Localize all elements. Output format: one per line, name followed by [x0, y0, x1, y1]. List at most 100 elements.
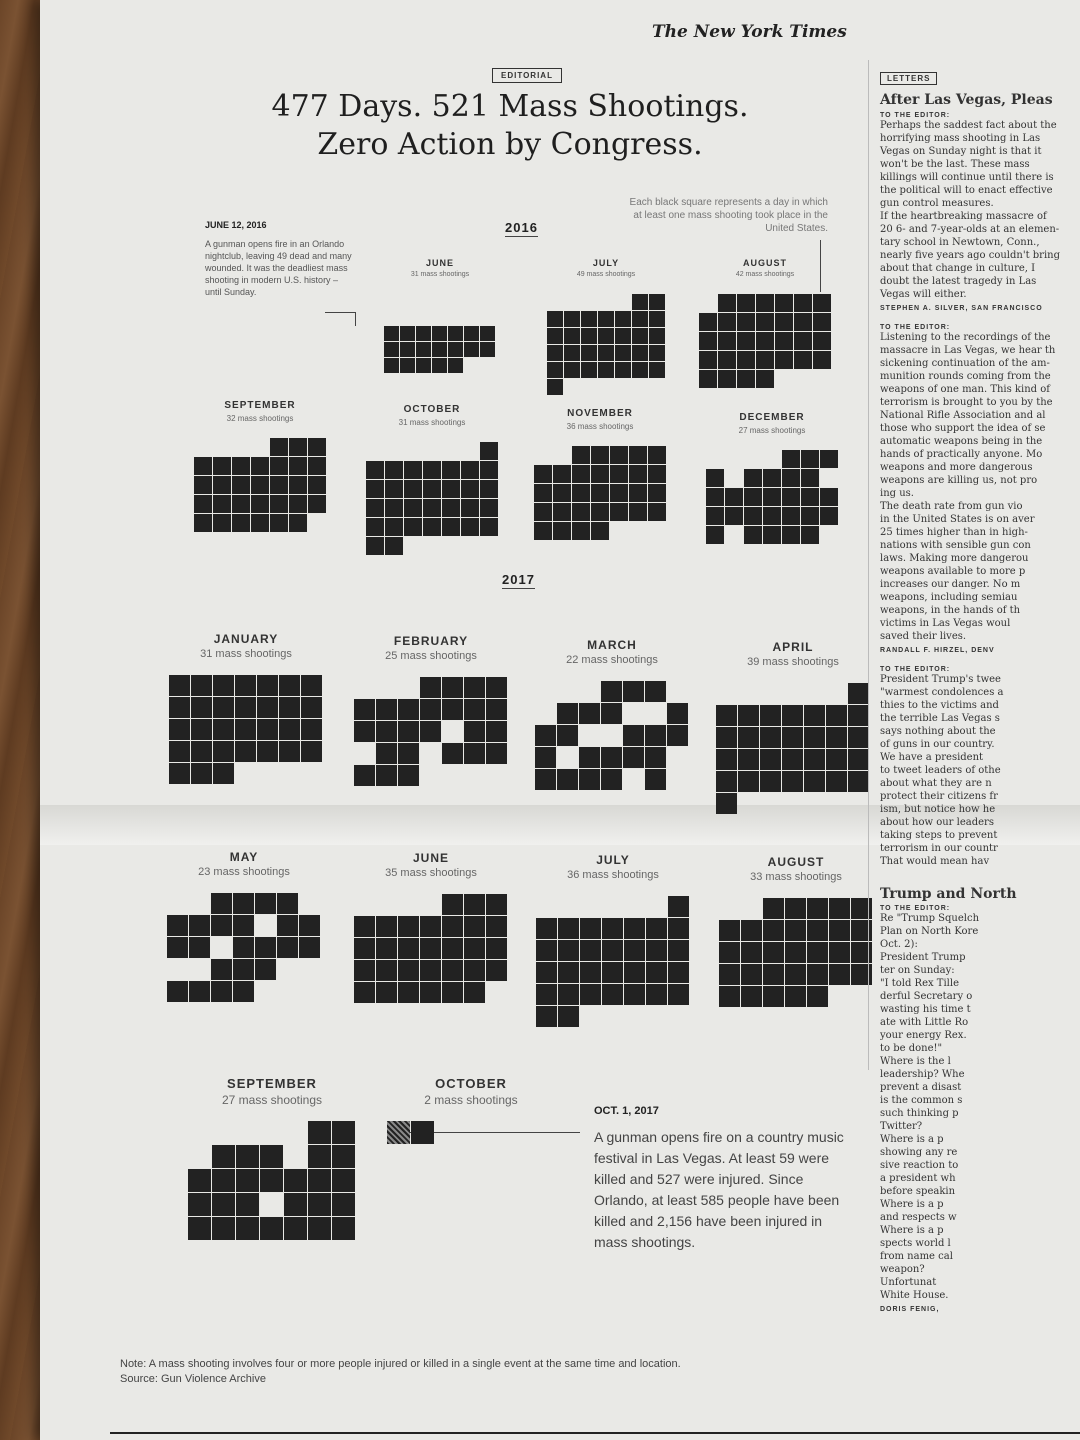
shooting-day-cell [800, 450, 819, 468]
shooting-day-cell [536, 1006, 557, 1027]
month-count: 36 mass shootings [566, 422, 634, 431]
shooting-day-cell [623, 725, 644, 746]
shooting-day-cell [648, 362, 665, 378]
letter-line: thies to the victims and [880, 700, 999, 711]
letter-line: Vegas on Sunday night is that it [880, 146, 1042, 157]
shooting-day-cell [631, 362, 648, 378]
shooting-day-cell [774, 294, 793, 312]
shooting-day-cell [698, 351, 717, 369]
shooting-day-cell [279, 719, 300, 740]
letter-line: wasting his time t [880, 1004, 971, 1015]
shooting-day-cell [812, 313, 831, 331]
shooting-day-cell [736, 370, 755, 388]
shooting-day-cell [800, 488, 819, 506]
letter-line: terrorism is brought to you by the [880, 397, 1053, 408]
shooting-day-cell [580, 918, 601, 939]
shooting-day-cell [236, 1217, 259, 1240]
letter-line: ter on Sunday: [880, 965, 955, 976]
shooting-day-cell [614, 328, 631, 344]
shooting-day-cell [332, 1121, 355, 1144]
shooting-day-cell [668, 984, 689, 1005]
shooting-day-cell [250, 514, 269, 532]
letter-line: showing any re [880, 1147, 958, 1158]
shooting-day-cell [579, 747, 600, 768]
shooting-day-cell [231, 457, 250, 475]
letter-line: ate with Little Ro [880, 1017, 969, 1028]
shooting-day-cell [717, 351, 736, 369]
shooting-day-cell [782, 749, 803, 770]
shooting-day-cell [698, 313, 717, 331]
shooting-day-cell [464, 982, 485, 1003]
letter-line: weapons, including semiau [880, 592, 1018, 603]
shooting-day-cell [235, 719, 256, 740]
letter-line: such thinking p [880, 1108, 959, 1119]
shooting-day-cell [376, 699, 397, 720]
shooting-day-cell [307, 476, 326, 494]
shooting-day-cell [826, 749, 847, 770]
shooting-day-cell [486, 894, 507, 915]
shooting-day-cell [257, 675, 278, 696]
shooting-day-cell [563, 328, 580, 344]
shooting-day-cell [804, 771, 825, 792]
shooting-day-cell [486, 743, 507, 764]
shooting-day-cell [705, 526, 724, 544]
month-name: OCTOBER [435, 1076, 507, 1091]
month-name: SEPTEMBER [224, 400, 296, 411]
shooting-day-cell [580, 311, 597, 327]
shooting-day-cell [557, 769, 578, 790]
shooting-day-cell [533, 503, 552, 521]
shooting-day-cell [557, 725, 578, 746]
shooting-day-cell [829, 942, 850, 963]
letters-kicker: LETTERS [880, 72, 938, 85]
shooting-day-cell [829, 920, 850, 941]
shooting-day-cell [601, 747, 622, 768]
letter-line: is the common s [880, 1095, 963, 1106]
shooting-day-cell [255, 959, 276, 980]
shooting-day-cell [255, 893, 276, 914]
shooting-day-cell [442, 960, 463, 981]
letter-line: 25 times higher than in high- [880, 527, 1028, 538]
orlando-leader-line [325, 312, 355, 313]
shooting-day-cell [403, 499, 422, 517]
shooting-day-cell [189, 981, 210, 1002]
shooting-day-cell [398, 960, 419, 981]
shooting-day-cell [571, 465, 590, 483]
shooting-day-cell [231, 514, 250, 532]
shooting-day-cell [793, 294, 812, 312]
shooting-day-cell [460, 461, 479, 479]
editorial-headline: 477 Days. 521 Mass Shootings. Zero Actio… [220, 88, 800, 164]
shooting-day-cell [580, 328, 597, 344]
letter-line: the political will to enact effective [880, 185, 1053, 196]
to-the-editor-3: TO THE EDITOR: [880, 666, 951, 673]
shooting-day-cell [819, 507, 838, 525]
shooting-day-cell [308, 1169, 331, 1192]
shooting-day-cell [807, 920, 828, 941]
shooting-day-cell [167, 937, 188, 958]
letter-1-signature: STEPHEN A. SILVER, SAN FRANCISCO [880, 305, 1043, 312]
shooting-day-cell [552, 484, 571, 502]
month-count: 42 mass shootings [735, 271, 795, 278]
shooting-day-cell [558, 940, 579, 961]
month-name: AUGUST [743, 258, 787, 268]
shooting-day-cell [741, 942, 762, 963]
shooting-day-cell [260, 1169, 283, 1192]
shooting-day-cell [760, 771, 781, 792]
shooting-day-cell [785, 920, 806, 941]
shooting-day-cell [464, 721, 485, 742]
shooting-day-cell [590, 484, 609, 502]
shooting-day-cell [211, 893, 232, 914]
shooting-day-cell [668, 962, 689, 983]
shooting-day-cell [716, 727, 737, 748]
shooting-day-cell [645, 769, 666, 790]
month-count: 35 mass shootings [385, 867, 477, 879]
shooting-day-cell [464, 326, 479, 341]
month-count: 31 mass shootings [200, 648, 292, 660]
letter-line: We have a president [880, 752, 984, 763]
letter-4-signature: DORIS FENIG, [880, 1306, 940, 1313]
month-name: JULY [596, 853, 630, 867]
month-name: JUNE [412, 851, 449, 865]
shooting-day-cell [546, 345, 563, 361]
shooting-day-cell [169, 719, 190, 740]
shooting-day-cell [807, 942, 828, 963]
shooting-day-cell [464, 699, 485, 720]
